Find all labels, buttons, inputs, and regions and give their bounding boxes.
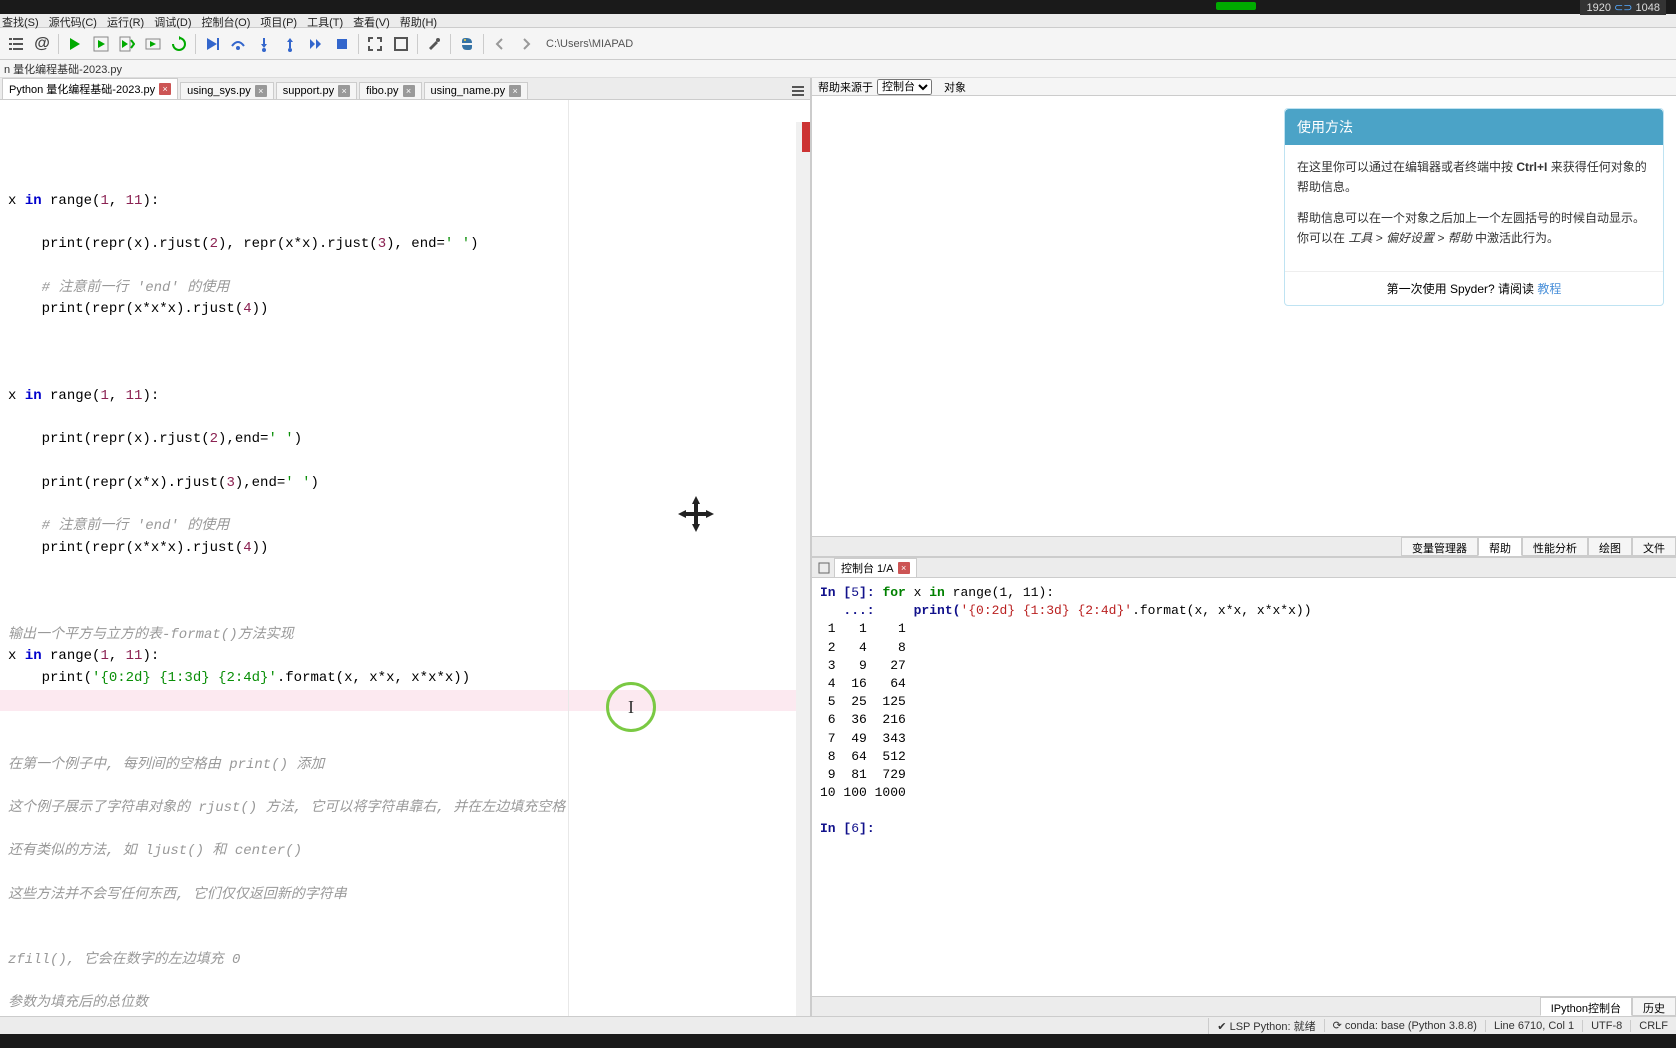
close-icon[interactable]: ×	[898, 562, 910, 574]
run-button[interactable]	[63, 32, 87, 56]
tab-menu-icon[interactable]	[790, 83, 806, 99]
right-panel: 帮助来源于 控制台 对象 使用方法 在这里你可以通过在编辑器或者终端中按 Ctr…	[810, 78, 1676, 1016]
status-bar: ✔ LSP Python: 就绪 ⟳ conda: base (Python 3…	[0, 1016, 1676, 1034]
file-breadcrumb: n 量化编程基础-2023.py	[0, 60, 1676, 78]
menu-source[interactable]: 源代码(C)	[49, 14, 97, 27]
continue-button[interactable]	[304, 32, 328, 56]
menu-view[interactable]: 查看(V)	[353, 14, 390, 27]
menu-bar: 查找(S) 源代码(C) 运行(R) 调试(D) 控制台(O) 项目(P) 工具…	[0, 14, 1676, 28]
close-icon[interactable]: ×	[255, 85, 267, 97]
help-paragraph-1: 在这里你可以通过在编辑器或者终端中按 Ctrl+I 来获得任何对象的帮助信息。	[1297, 157, 1651, 198]
help-header: 帮助来源于 控制台 对象	[812, 78, 1676, 96]
help-usage-box: 使用方法 在这里你可以通过在编辑器或者终端中按 Ctrl+I 来获得任何对象的帮…	[1284, 108, 1664, 306]
stop-debug-button[interactable]	[330, 32, 354, 56]
tab-plots[interactable]: 绘图	[1588, 537, 1632, 556]
step-out-button[interactable]	[278, 32, 302, 56]
tab-fibo[interactable]: fibo.py×	[359, 82, 421, 99]
status-encoding[interactable]: UTF-8	[1582, 1020, 1630, 1032]
os-taskbar	[0, 1034, 1676, 1048]
working-dir-path: C:\Users\MIAPAD	[546, 38, 633, 50]
menu-help[interactable]: 帮助(H)	[400, 14, 437, 27]
main-area: Python 量化编程基础-2023.py× using_sys.py× sup…	[0, 78, 1676, 1016]
step-into-button[interactable]	[252, 32, 276, 56]
status-line-col[interactable]: Line 6710, Col 1	[1485, 1020, 1582, 1032]
console-collapse-icon[interactable]	[816, 560, 832, 576]
help-paragraph-2: 帮助信息可以在一个对象之后加上一个左圆括号的时候自动显示。你可以在 工具 > 偏…	[1297, 208, 1651, 249]
scrollbar-marker[interactable]	[802, 122, 810, 152]
console-output[interactable]: In [5]: for x in range(1, 11): ...: prin…	[812, 578, 1676, 996]
python-path-button[interactable]	[455, 32, 479, 56]
help-box-footer: 第一次使用 Spyder? 请阅读 教程	[1285, 271, 1663, 305]
run-selection-button[interactable]	[141, 32, 165, 56]
menu-console[interactable]: 控制台(O)	[202, 14, 251, 27]
tab-profiler[interactable]: 性能分析	[1522, 537, 1588, 556]
status-eol[interactable]: CRLF	[1630, 1020, 1676, 1032]
toolbar: @ C:\Users\MIAPAD	[0, 28, 1676, 60]
fullscreen-button[interactable]	[389, 32, 413, 56]
help-source-select[interactable]: 控制台	[877, 79, 932, 95]
close-icon[interactable]: ×	[403, 85, 415, 97]
menu-project[interactable]: 项目(P)	[260, 14, 297, 27]
run-cell-advance-button[interactable]	[115, 32, 139, 56]
at-button[interactable]: @	[30, 32, 54, 56]
help-panel-tabs: 变量管理器 帮助 性能分析 绘图 文件	[812, 536, 1676, 556]
preferences-button[interactable]	[422, 32, 446, 56]
step-over-button[interactable]	[226, 32, 250, 56]
tab-help[interactable]: 帮助	[1478, 537, 1522, 556]
close-icon[interactable]: ×	[159, 83, 171, 95]
menu-debug[interactable]: 调试(D)	[154, 14, 191, 27]
tutorial-link[interactable]: 教程	[1537, 282, 1561, 296]
os-titlebar: 1920 ⊂⊃ 1048	[0, 0, 1676, 14]
link-icon: ⊂⊃	[1614, 2, 1632, 14]
menu-find[interactable]: 查找(S)	[2, 14, 39, 27]
status-lsp[interactable]: ✔ LSP Python: 就绪	[1208, 1018, 1323, 1034]
help-body: 使用方法 在这里你可以通过在编辑器或者终端中按 Ctrl+I 来获得任何对象的帮…	[812, 96, 1676, 536]
tab-support[interactable]: support.py×	[276, 82, 357, 99]
console-tabs: 控制台 1/A×	[812, 558, 1676, 578]
help-source-label: 帮助来源于	[818, 79, 873, 95]
tab-ipython-console[interactable]: IPython控制台	[1540, 997, 1632, 1016]
tab-main-file[interactable]: Python 量化编程基础-2023.py×	[2, 78, 178, 99]
tab-files[interactable]: 文件	[1632, 537, 1676, 556]
menu-tools[interactable]: 工具(T)	[307, 14, 343, 27]
help-object-label: 对象	[944, 79, 966, 95]
console-panel: 控制台 1/A× In [5]: for x in range(1, 11): …	[812, 556, 1676, 1016]
tab-variable-explorer[interactable]: 变量管理器	[1401, 537, 1478, 556]
console-tab-1a[interactable]: 控制台 1/A×	[834, 558, 917, 578]
code-editor[interactable]: x in range(1, 11): print(repr(x).rjust(2…	[0, 100, 810, 1016]
back-button[interactable]	[488, 32, 512, 56]
outline-button[interactable]	[4, 32, 28, 56]
editor-tabs: Python 量化编程基础-2023.py× using_sys.py× sup…	[0, 78, 810, 100]
progress-indicator	[1216, 2, 1256, 10]
status-conda[interactable]: ⟳ conda: base (Python 3.8.8)	[1324, 1019, 1485, 1032]
maximize-button[interactable]	[363, 32, 387, 56]
close-icon[interactable]: ×	[338, 85, 350, 97]
menu-run[interactable]: 运行(R)	[107, 14, 144, 27]
console-bottom-tabs: IPython控制台 历史	[812, 996, 1676, 1016]
run-cell-button[interactable]	[89, 32, 113, 56]
close-icon[interactable]: ×	[509, 85, 521, 97]
tab-history[interactable]: 历史	[1632, 997, 1676, 1016]
screen-dimensions: 1920 ⊂⊃ 1048	[1580, 0, 1666, 15]
rerun-button[interactable]	[167, 32, 191, 56]
forward-button[interactable]	[514, 32, 538, 56]
help-box-title: 使用方法	[1285, 109, 1663, 145]
editor-panel: Python 量化编程基础-2023.py× using_sys.py× sup…	[0, 78, 810, 1016]
debug-button[interactable]	[200, 32, 224, 56]
tab-using-name[interactable]: using_name.py×	[424, 82, 529, 99]
tab-using-sys[interactable]: using_sys.py×	[180, 82, 274, 99]
